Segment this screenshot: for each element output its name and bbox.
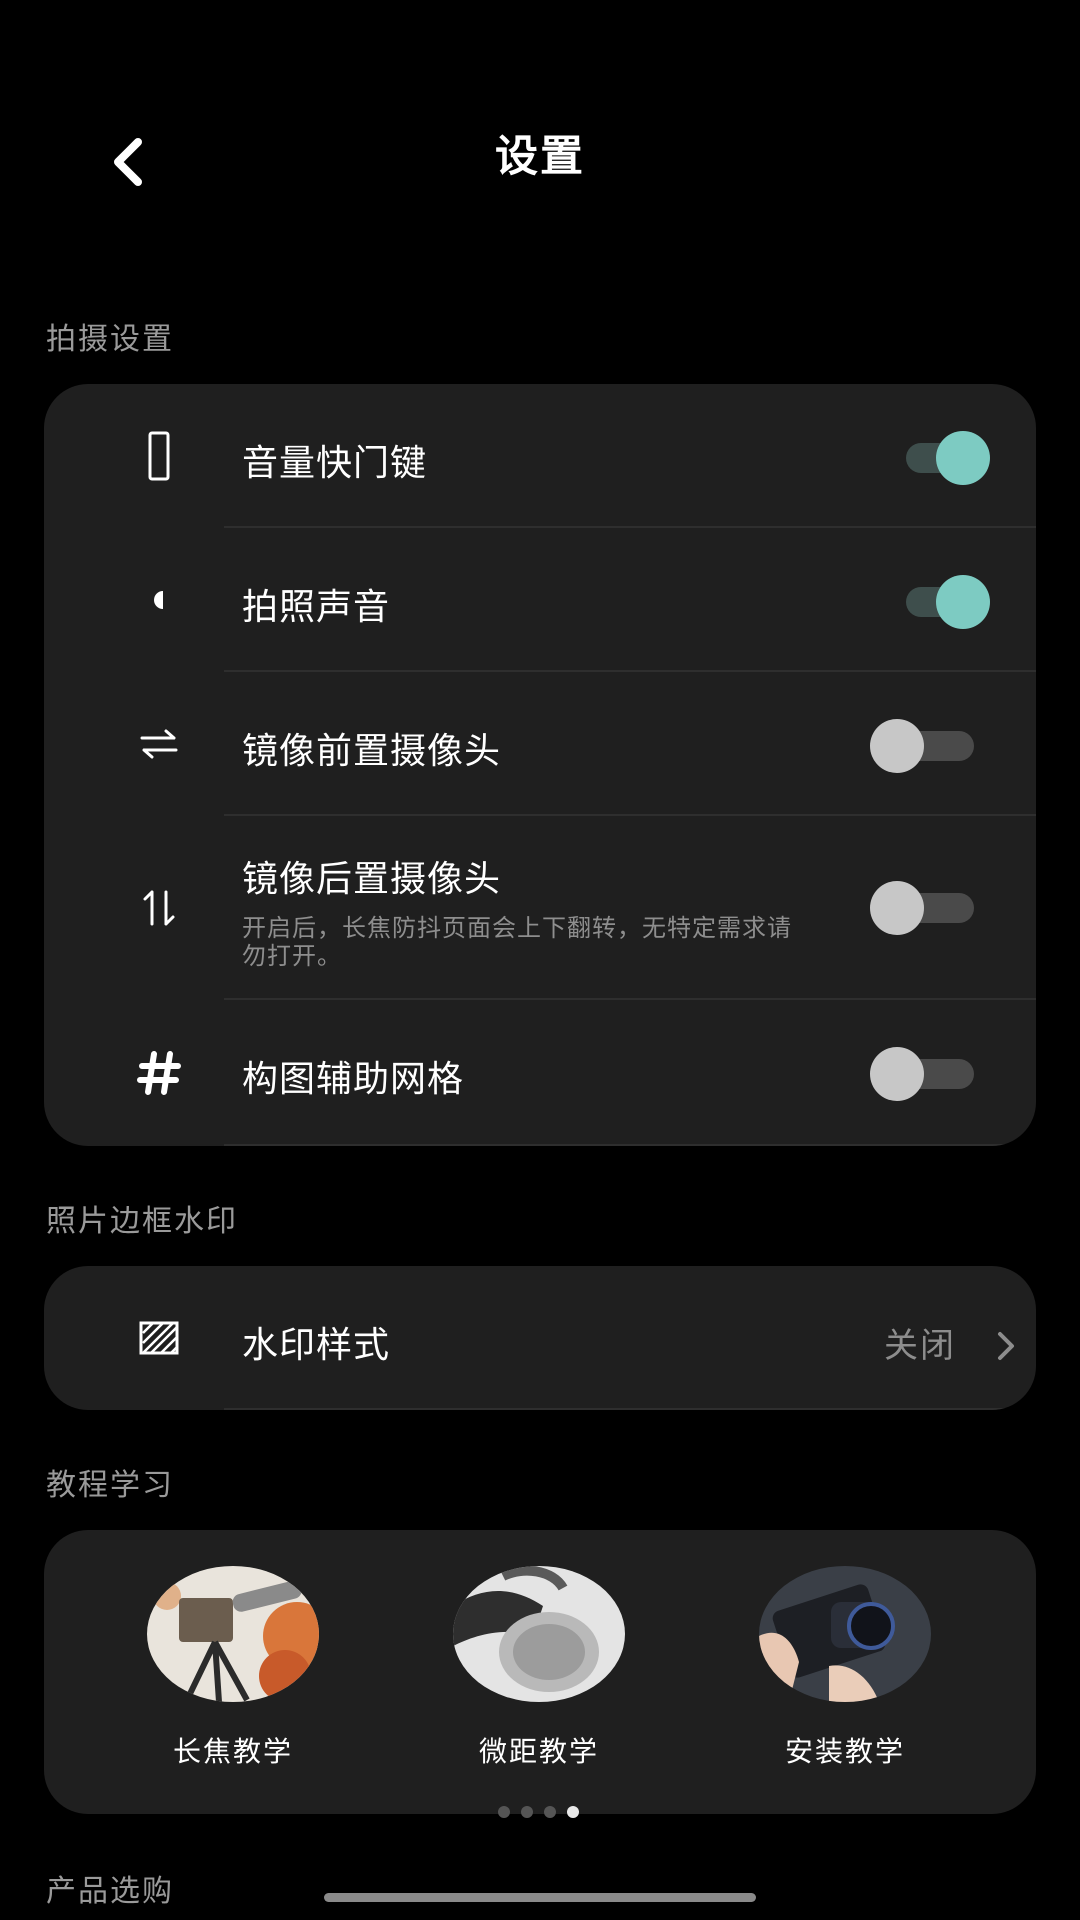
- section-title-watermark: 照片边框水印: [46, 1204, 238, 1239]
- horizontal-flip-icon: [124, 724, 194, 764]
- setting-label: 镜像后置摄像头: [242, 859, 502, 900]
- page-title: 设置: [495, 132, 585, 182]
- shooting-settings-card: 音量快门键 拍照声音 镜像前置摄像头 镜像后置摄像头 开启后，长焦防抖页面会上下…: [44, 384, 1036, 1146]
- section-title-tutorials: 教程学习: [46, 1468, 174, 1503]
- vertical-flip-icon: [124, 886, 194, 930]
- setting-label: 音量快门键: [242, 443, 428, 484]
- grid-hash-icon: [124, 1048, 194, 1098]
- mirror-front-camera-toggle[interactable]: [870, 714, 980, 774]
- setting-row-mirror-front[interactable]: 镜像前置摄像头: [44, 672, 1036, 816]
- setting-row-watermark-style[interactable]: 水印样式 关闭: [44, 1266, 1036, 1410]
- phone-icon: [124, 430, 194, 482]
- watermark-value: 关闭: [884, 1326, 956, 1366]
- setting-row-shutter-sound[interactable]: 拍照声音: [44, 528, 1036, 672]
- watermark-icon: [124, 1316, 194, 1360]
- tutorials-card: 长焦教学 微距教学 安装教学: [44, 1530, 1036, 1814]
- mirror-rear-camera-toggle[interactable]: [870, 876, 980, 936]
- setting-label: 拍照声音: [242, 587, 391, 628]
- tutorial-installation[interactable]: 安装教学: [745, 1566, 945, 1770]
- tutorial-macro[interactable]: 微距教学: [439, 1566, 639, 1770]
- settings-screen: 设置 拍摄设置 音量快门键 拍照声音 镜像前置摄像头 镜像后置摄像头 开启后，长…: [0, 0, 1080, 1920]
- tutorial-macro-image: [453, 1566, 625, 1702]
- page-dot[interactable]: [544, 1806, 556, 1818]
- tutorial-telephoto[interactable]: 长焦教学: [133, 1566, 333, 1770]
- page-dot[interactable]: [521, 1806, 533, 1818]
- setting-row-volume-shutter[interactable]: 音量快门键: [44, 384, 1036, 528]
- setting-row-mirror-rear[interactable]: 镜像后置摄像头 开启后，长焦防抖页面会上下翻转，无特定需求请勿打开。: [44, 816, 1036, 1000]
- section-title-products: 产品选购: [46, 1874, 174, 1909]
- section-title-shooting: 拍摄设置: [46, 322, 174, 357]
- tutorial-label: 微距教学: [478, 1735, 599, 1768]
- home-indicator[interactable]: [324, 1893, 756, 1902]
- setting-description: 开启后，长焦防抖页面会上下翻转，无特定需求请勿打开。: [242, 914, 792, 970]
- watermark-card: 水印样式 关闭: [44, 1266, 1036, 1410]
- setting-label: 构图辅助网格: [242, 1059, 465, 1100]
- tutorial-label: 长焦教学: [172, 1735, 293, 1768]
- sound-icon: [124, 584, 194, 616]
- page-dot[interactable]: [498, 1806, 510, 1818]
- tutorial-telephoto-image: [147, 1566, 319, 1702]
- page-dot-active[interactable]: [567, 1806, 579, 1818]
- tutorial-installation-image: [759, 1566, 931, 1702]
- setting-row-grid[interactable]: 构图辅助网格: [44, 1000, 1036, 1146]
- setting-label: 水印样式: [242, 1325, 391, 1366]
- volume-shutter-toggle[interactable]: [890, 426, 1000, 486]
- composition-grid-toggle[interactable]: [870, 1042, 980, 1102]
- tutorial-label: 安装教学: [784, 1735, 905, 1768]
- setting-label: 镜像前置摄像头: [242, 731, 502, 772]
- carousel-page-indicator: [498, 1806, 579, 1818]
- chevron-right-icon: [994, 1328, 1020, 1364]
- shutter-sound-toggle[interactable]: [890, 570, 1000, 630]
